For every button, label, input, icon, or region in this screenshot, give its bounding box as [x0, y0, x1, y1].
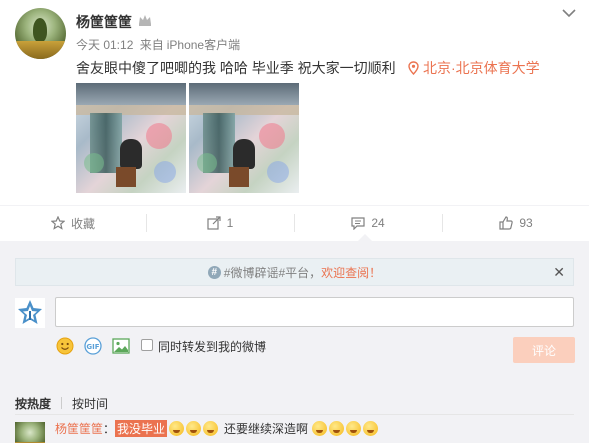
- photo-chair: [229, 167, 249, 187]
- location-text: 北京·北京体育大学: [423, 60, 540, 76]
- favorite-button[interactable]: 收藏: [0, 206, 146, 240]
- sort-separator: [61, 397, 63, 409]
- hashtag-icon: #: [207, 265, 221, 279]
- action-bar: 收藏 1 24 93: [0, 206, 589, 240]
- crying-emoji-icon: [203, 421, 219, 436]
- photo-person: [233, 139, 255, 169]
- gif-icon[interactable]: GIF: [84, 337, 102, 355]
- sweat-emoji-icon: [363, 421, 379, 436]
- photo-bubble: [259, 123, 285, 149]
- forward-label[interactable]: 同时转发到我的微博: [158, 338, 266, 355]
- svg-text:GIF: GIF: [86, 343, 99, 351]
- crying-emoji-icon: [169, 421, 185, 436]
- author-name[interactable]: 杨筐筐筐: [76, 12, 132, 32]
- default-avatar-icon[interactable]: [15, 298, 45, 328]
- rumor-notice: # #微博辟谣#平台 ， 欢迎查阅！ ✕: [15, 258, 574, 286]
- repost-count: 1: [226, 216, 234, 230]
- thumbs-up-icon: [499, 216, 514, 230]
- commenter-avatar[interactable]: [15, 422, 45, 443]
- author-avatar[interactable]: [15, 8, 66, 59]
- post-source[interactable]: iPhone客户端: [167, 38, 240, 52]
- chevron-down-icon[interactable]: [562, 8, 576, 18]
- post-content: 舍友眼中傻了吧唧的我 哈哈 毕业季 祝大家一切顺利: [76, 60, 396, 76]
- like-button[interactable]: 93: [443, 206, 589, 240]
- post-photo-1[interactable]: [76, 83, 186, 193]
- like-count: 93: [519, 216, 533, 230]
- photo-chair: [116, 167, 136, 187]
- sweat-emoji-icon: [346, 421, 362, 436]
- repost-button[interactable]: 1: [147, 206, 293, 240]
- post-photo-2[interactable]: [189, 83, 299, 193]
- photo-bubble: [267, 161, 289, 183]
- notice-tag[interactable]: #微博辟谣#平台: [224, 264, 309, 281]
- avatar-tree-shape: [33, 18, 47, 42]
- source-prefix: 来自: [139, 38, 164, 52]
- location-pin-icon: [408, 61, 419, 75]
- comment-icon: [351, 217, 365, 230]
- photo-bubble: [84, 153, 104, 173]
- comment-input[interactable]: [55, 297, 574, 327]
- photo-bubble: [154, 161, 176, 183]
- forward-checkbox[interactable]: [141, 339, 153, 351]
- star-icon: [50, 216, 65, 230]
- comment-text: 还要继续深造啊: [224, 422, 309, 436]
- photo-ceiling: [189, 83, 299, 105]
- post-time[interactable]: 今天 01:12: [76, 38, 133, 52]
- repost-icon: [207, 216, 221, 230]
- photo-bubble: [146, 123, 172, 149]
- comment-count: 24: [371, 216, 385, 230]
- photo-bubble: [197, 153, 217, 173]
- notice-separator: ，: [309, 265, 322, 280]
- avatar-ground-shape: [15, 41, 66, 59]
- photo-ceiling: [76, 83, 186, 105]
- commenter-name[interactable]: 杨筐筐筐: [55, 420, 103, 437]
- comment-highlight: 我没毕业: [115, 420, 168, 437]
- sweat-emoji-icon: [312, 421, 328, 436]
- sort-by-time[interactable]: 按时间: [72, 397, 108, 411]
- sort-by-hot[interactable]: 按热度: [15, 397, 51, 411]
- comment-item: 杨筐筐筐 ： 我没毕业 还要继续深造啊: [55, 420, 379, 437]
- crown-icon: [139, 15, 151, 26]
- comment-section: # #微博辟谣#平台 ， 欢迎查阅！ ✕ GIF 同时转发到我的微博 评论 按热…: [0, 241, 589, 443]
- weibo-post: 杨筐筐筐 今天 01:12 来自 iPhone客户端 舍友眼中傻了吧唧的我 哈哈 …: [0, 0, 589, 205]
- sort-bar: 按热度 按时间: [15, 395, 108, 412]
- post-meta: 今天 01:12 来自 iPhone客户端: [76, 36, 243, 53]
- sort-divider: [15, 414, 574, 415]
- crying-emoji-icon: [186, 421, 202, 436]
- comment-colon: ：: [103, 422, 116, 436]
- sweat-emoji-icon: [329, 421, 345, 436]
- emoji-icon[interactable]: [56, 337, 74, 355]
- post-location[interactable]: 北京·北京体育大学: [408, 58, 540, 78]
- comment-tab-indicator: [358, 234, 372, 241]
- image-icon[interactable]: [112, 337, 130, 355]
- submit-comment-button[interactable]: 评论: [513, 337, 575, 363]
- photo-person: [120, 139, 142, 169]
- favorite-label: 收藏: [70, 216, 95, 231]
- close-icon[interactable]: ✕: [553, 265, 565, 279]
- notice-link[interactable]: 欢迎查阅！: [321, 264, 381, 281]
